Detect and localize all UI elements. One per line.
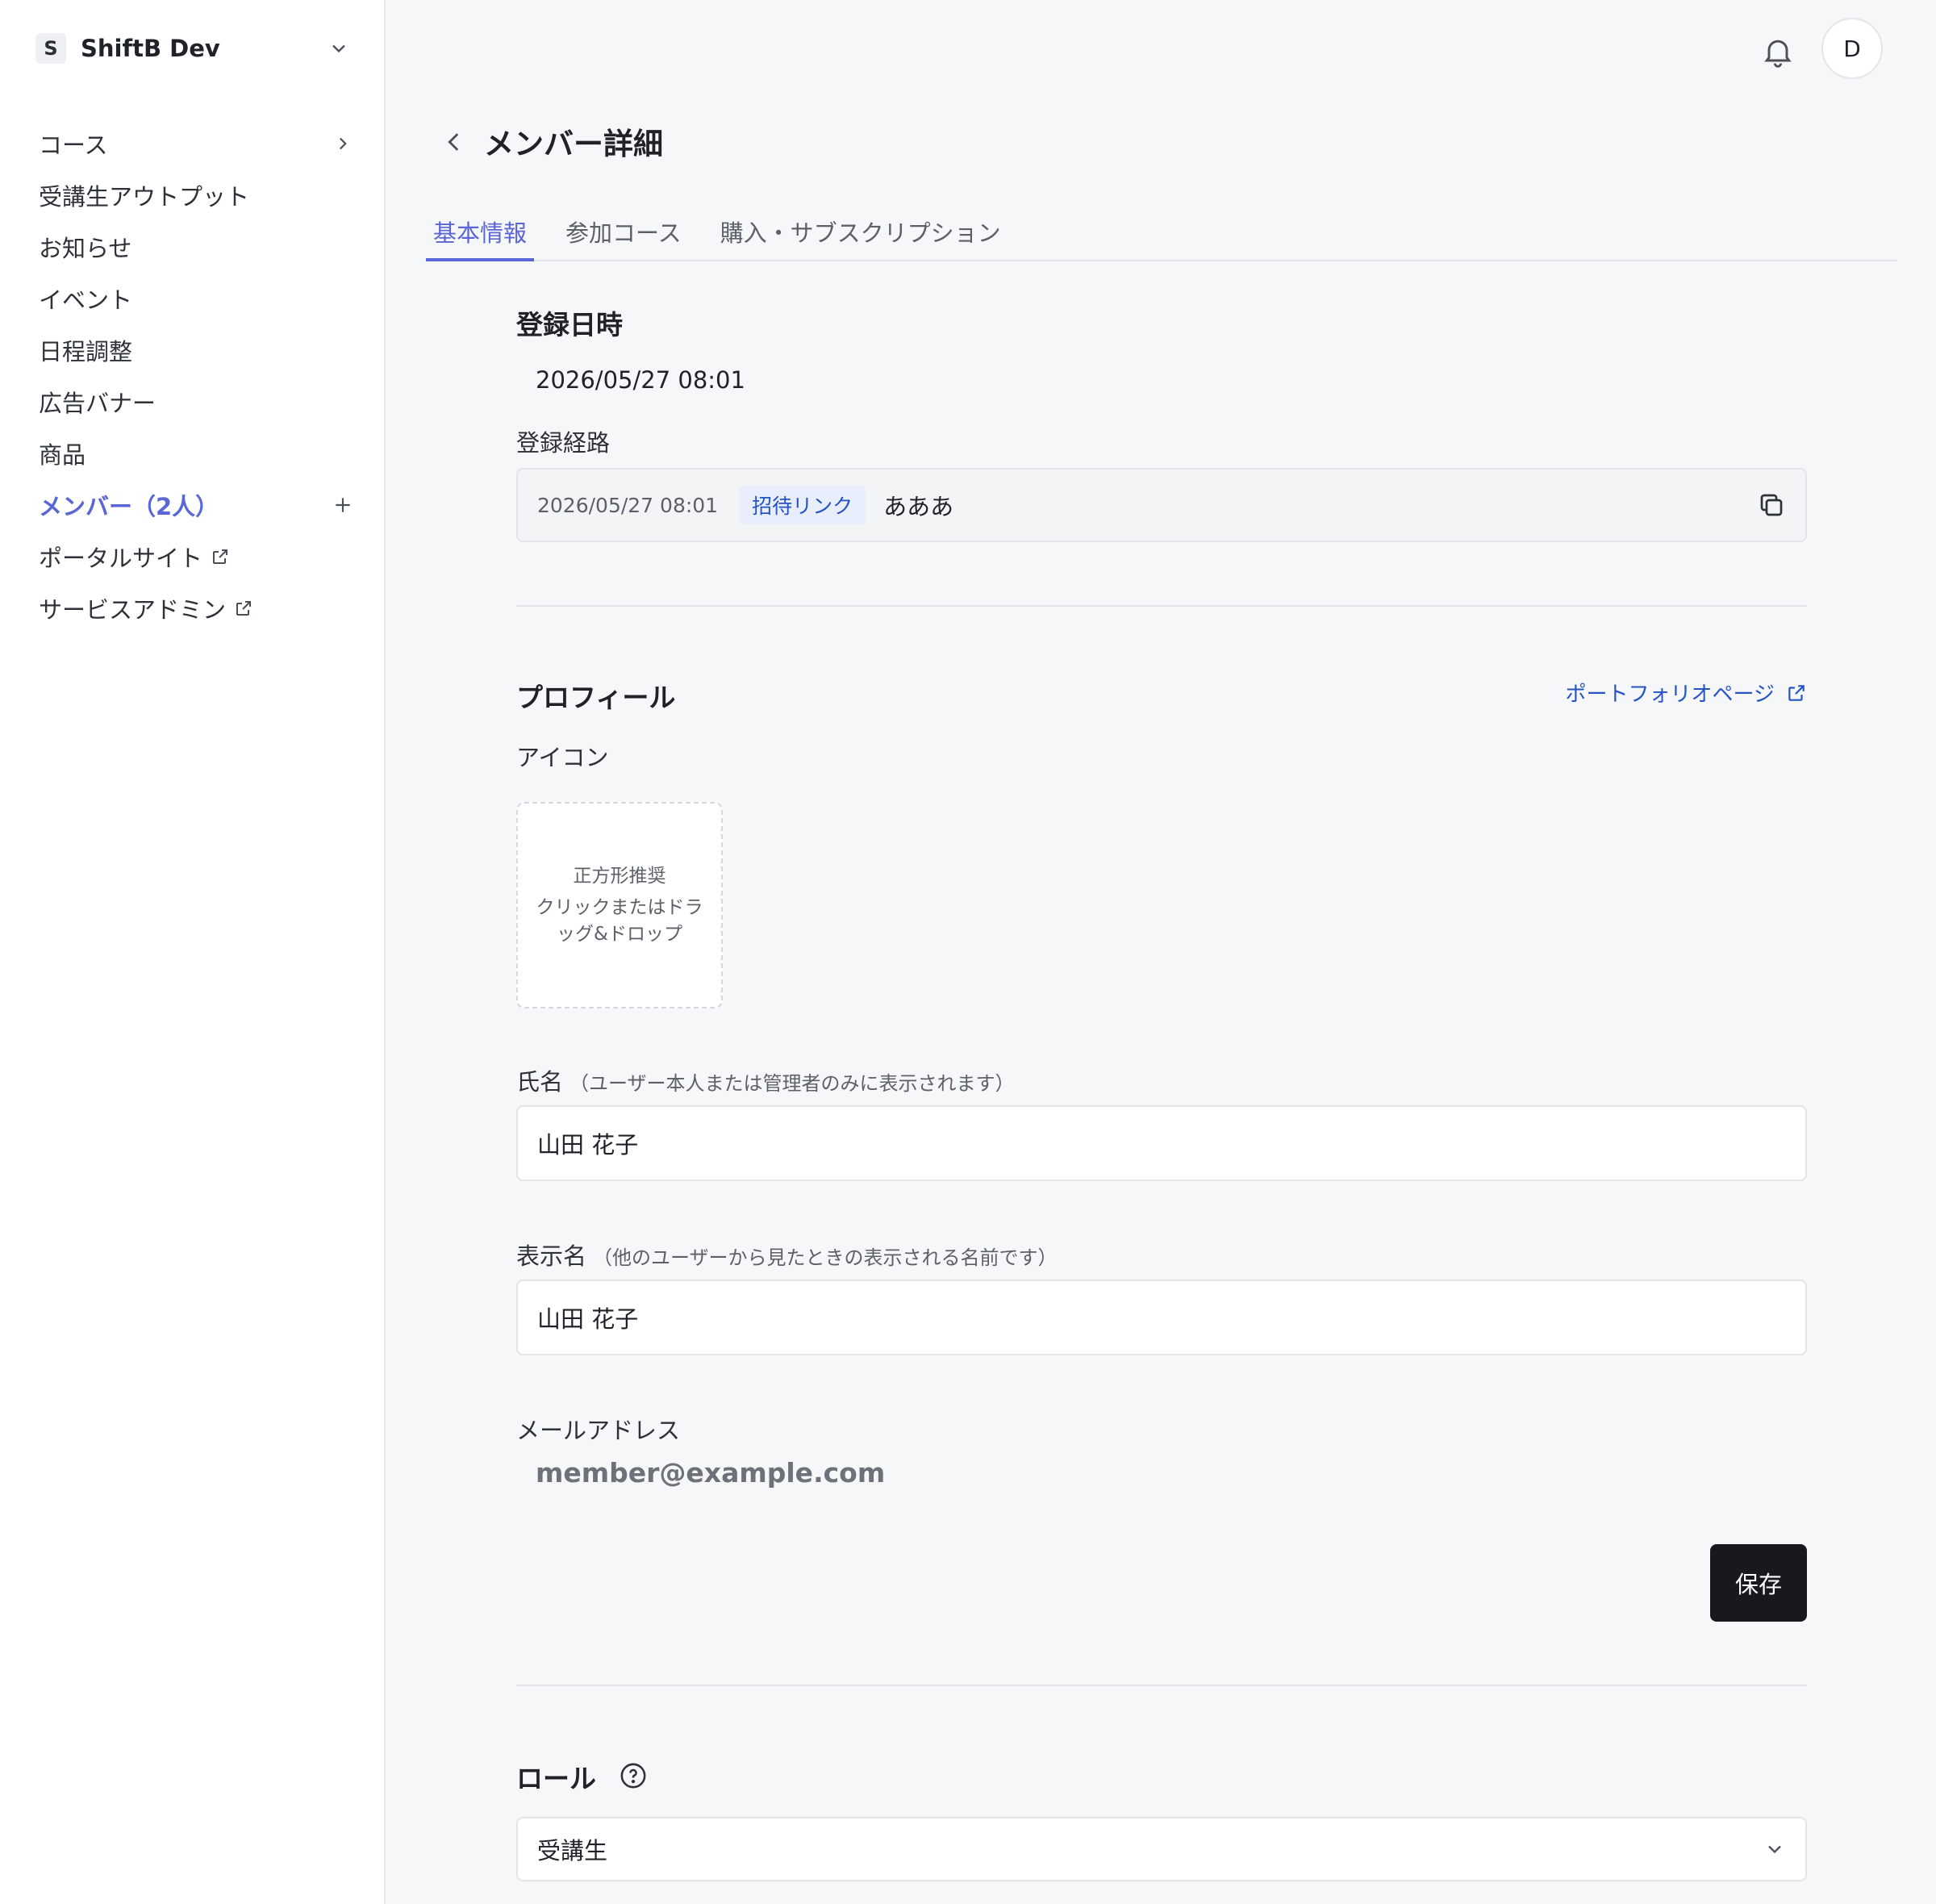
profile-heading: プロフィール <box>516 682 676 713</box>
registration-heading: 登録日時 <box>516 309 623 340</box>
section-divider <box>516 605 1807 607</box>
route-date: 2026/05/27 08:01 <box>537 493 719 517</box>
sidebar-item-events[interactable]: イベント <box>39 273 353 324</box>
external-link-icon <box>213 549 228 564</box>
dropzone-text: クリックまたはドラッグ&ドロップ <box>536 896 703 945</box>
help-circle-icon[interactable] <box>620 1762 647 1789</box>
sidebar-item-news[interactable]: お知らせ <box>39 221 353 273</box>
icon-dropzone[interactable]: 正方形推奨 クリックまたはドラッグ&ドロップ <box>516 802 723 1008</box>
sidebar-item-label: 商品 <box>39 441 86 469</box>
role-select-value: 受講生 <box>537 1837 608 1864</box>
full-name-label: 氏名 （ユーザー本人または管理者のみに表示されます） <box>516 1063 1015 1097</box>
full-name-label-text: 氏名 <box>516 1068 564 1096</box>
portfolio-link[interactable]: ポートフォリオページ <box>1566 678 1807 708</box>
sidebar-item-label: サービスアドミン <box>39 596 227 624</box>
email-value: member@example.com <box>536 1457 886 1489</box>
chevron-down-icon <box>1768 1845 1781 1854</box>
full-name-input[interactable] <box>516 1105 1807 1181</box>
sidebar-item-scheduling[interactable]: 日程調整 <box>39 324 353 376</box>
tab-purchases[interactable]: 購入・サブスクリプション <box>713 211 1008 261</box>
email-label: メールアドレス <box>516 1417 681 1444</box>
external-link-icon <box>1788 684 1805 701</box>
registration-route-box: 2026/05/27 08:01 招待リンク あああ <box>516 468 1807 542</box>
sidebar-item-label: 広告バナー <box>39 390 156 417</box>
sidebar-item-portal-site[interactable]: ポータルサイト <box>39 531 353 582</box>
sidebar-item-service-admin[interactable]: サービスアドミン <box>39 582 353 634</box>
chevron-down-icon <box>332 44 345 53</box>
sidebar-item-courses[interactable]: コース <box>39 118 353 169</box>
route-name: あああ <box>883 493 954 520</box>
add-member-button[interactable] <box>332 495 353 516</box>
role-heading: ロール <box>516 1763 596 1794</box>
display-name-label: 表示名 （他のユーザーから見たときの表示される名前です） <box>516 1238 1058 1271</box>
display-name-input[interactable] <box>516 1280 1807 1355</box>
sidebar-item-label: 受講生アウトプット <box>39 183 250 211</box>
full-name-note: （ユーザー本人または管理者のみに表示されます） <box>570 1072 1015 1095</box>
sidebar-item-label: コース <box>39 132 108 159</box>
external-link-icon <box>236 601 252 616</box>
page-title: メンバー詳細 <box>484 127 663 161</box>
tab-basic-info[interactable]: 基本情報 <box>426 211 535 261</box>
route-badge: 招待リンク <box>739 486 866 524</box>
sidebar-item-outputs[interactable]: 受講生アウトプット <box>39 169 353 221</box>
back-arrow-icon[interactable] <box>440 126 468 158</box>
registration-route-label: 登録経路 <box>516 429 611 457</box>
copy-icon[interactable] <box>1757 491 1786 520</box>
dropzone-hint: 正方形推奨 <box>573 865 666 887</box>
sidebar-item-label: イベント <box>39 286 133 314</box>
workspace-avatar: S <box>35 33 66 64</box>
sidebar-nav: コース 受講生アウトプット お知らせ イベント 日程調整 広告バナー 商品 メン… <box>39 118 353 634</box>
workspace-name: ShiftB Dev <box>81 35 220 62</box>
save-button[interactable]: 保存 <box>1710 1544 1807 1622</box>
sidebar-item-label: メンバー（2人） <box>39 493 219 520</box>
plus-icon <box>336 498 350 512</box>
icon-label: アイコン <box>516 744 609 771</box>
registration-datetime: 2026/05/27 08:01 <box>536 366 745 394</box>
display-name-note: （他のユーザーから見たときの表示される名前です） <box>593 1246 1058 1269</box>
user-avatar[interactable]: D <box>1821 18 1883 79</box>
sidebar-item-label: お知らせ <box>39 235 132 262</box>
sidebar-item-products[interactable]: 商品 <box>39 428 353 479</box>
tab-courses[interactable]: 参加コース <box>558 211 689 261</box>
sidebar-item-label: ポータルサイト <box>39 545 203 572</box>
role-select[interactable]: 受講生 <box>516 1817 1807 1881</box>
chevron-right-icon <box>339 137 347 150</box>
section-divider <box>516 1685 1807 1686</box>
workspace-switcher[interactable]: S ShiftB Dev <box>35 31 350 66</box>
sidebar-item-members[interactable]: メンバー（2人） <box>39 479 353 531</box>
sidebar: S ShiftB Dev コース 受講生アウトプット お知らせ イベント 日程調… <box>0 0 386 1904</box>
sidebar-item-label: 日程調整 <box>39 338 133 365</box>
sidebar-item-trail <box>332 133 353 154</box>
display-name-label-text: 表示名 <box>516 1242 587 1270</box>
portfolio-link-label: ポートフォリオページ <box>1565 683 1775 707</box>
bell-icon[interactable] <box>1760 34 1796 69</box>
tab-bar: 基本情報 参加コース 購入・サブスクリプション <box>426 211 1897 261</box>
sidebar-item-ad-banners[interactable]: 広告バナー <box>39 376 353 428</box>
